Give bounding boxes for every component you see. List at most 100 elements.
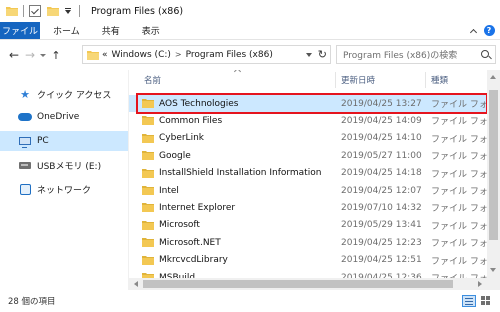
tab-file[interactable]: ファイル — [0, 22, 40, 39]
folder-icon — [142, 186, 154, 195]
expand-ribbon-icon[interactable] — [464, 22, 482, 39]
file-row[interactable]: Microsoft 2019/05/29 13:41 ファイル フォルダー — [129, 217, 487, 234]
customize-quick-access-icon[interactable] — [62, 5, 74, 17]
file-name: Microsoft.NET — [159, 237, 221, 248]
title-bar: Program Files (x86) — [0, 0, 500, 22]
scroll-thumb[interactable] — [489, 90, 498, 240]
sidebar-item-pc[interactable]: PC — [0, 131, 128, 151]
tab-share[interactable]: 共有 — [91, 22, 131, 39]
file-date: 2019/04/25 14:18 — [341, 168, 422, 179]
cloud-icon — [18, 111, 32, 123]
column-header-name[interactable]: 名前 — [144, 74, 161, 86]
address-bar[interactable]: « Windows (C:) > Program Files (x86) ↻ — [82, 45, 331, 64]
file-type: ファイル フォルダー — [431, 221, 487, 232]
address-dropdown-icon[interactable] — [306, 53, 312, 57]
scroll-right-icon[interactable] — [478, 281, 482, 287]
file-name: InstallShield Installation Information — [159, 168, 322, 179]
breadcrumb-folder[interactable]: Program Files (x86) — [186, 50, 273, 60]
item-count: 28 個の項目 — [8, 297, 56, 307]
network-icon — [18, 183, 32, 195]
refresh-icon[interactable]: ↻ — [318, 48, 327, 61]
file-row[interactable]: AOS Technologies 2019/04/25 13:27 ファイル フォル… — [129, 95, 487, 112]
folder-icon — [87, 50, 99, 60]
file-date: 2019/05/27 11:00 — [341, 150, 422, 161]
file-date: 2019/04/25 14:10 — [341, 133, 422, 144]
file-row[interactable]: CyberLink 2019/04/25 14:10 ファイル フォルダー — [129, 130, 487, 147]
file-name: AOS Technologies — [159, 98, 239, 109]
file-date: 2019/07/10 14:32 — [341, 202, 422, 213]
folder-icon — [142, 238, 154, 248]
sidebar-item-network[interactable]: ネットワーク — [0, 179, 128, 199]
navigation-bar: ← → ↑ « Windows (C:) > Program Files (x8… — [0, 40, 500, 70]
column-header-date[interactable]: 更新日時 — [341, 74, 375, 86]
file-type: ファイル フォルダー — [431, 152, 487, 163]
file-row[interactable]: MkrcvcdLibrary 2019/04/25 12:51 ファイル フォルダー — [129, 252, 487, 269]
tab-home[interactable]: ホーム — [40, 22, 91, 39]
star-icon: ★ — [20, 87, 30, 101]
large-icons-view-icon[interactable] — [480, 295, 492, 307]
search-icon — [481, 50, 489, 58]
separator — [23, 5, 24, 17]
file-name: Internet Explorer — [159, 202, 236, 213]
new-folder-icon[interactable] — [47, 6, 59, 16]
horizontal-scrollbar[interactable] — [129, 278, 487, 290]
window-title: Program Files (x86) — [91, 5, 184, 17]
sidebar-item-onedrive[interactable]: OneDrive — [0, 107, 128, 127]
file-date: 2019/04/25 13:27 — [341, 98, 422, 109]
details-view-icon[interactable] — [462, 295, 476, 307]
back-arrow-icon[interactable]: ← — [6, 45, 22, 65]
column-divider[interactable] — [425, 72, 426, 88]
forward-arrow-icon[interactable]: → — [22, 45, 38, 65]
sidebar-item-label: クイック アクセス — [37, 90, 112, 101]
column-divider[interactable] — [335, 72, 336, 88]
file-date: 2019/04/25 12:07 — [341, 185, 422, 196]
sidebar-item-usb-drive[interactable]: USBメモリ (E:) — [0, 155, 128, 175]
file-row[interactable]: Internet Explorer 2019/07/10 14:32 ファイル フォ… — [129, 199, 487, 216]
scroll-up-icon[interactable] — [490, 75, 496, 79]
usb-drive-icon — [18, 159, 32, 171]
file-row[interactable]: Intel 2019/04/25 12:07 ファイル フォルダー — [129, 182, 487, 199]
file-name: Intel — [159, 185, 179, 196]
file-row[interactable]: Microsoft.NET 2019/04/25 12:23 ファイル フォルダー — [129, 234, 487, 251]
sidebar-item-label: ネットワーク — [37, 185, 92, 196]
file-date: 2019/04/25 12:23 — [341, 237, 422, 248]
file-row[interactable]: Google 2019/05/27 11:00 ファイル フォルダー — [129, 147, 487, 164]
breadcrumb-drive[interactable]: Windows (C:) — [112, 50, 171, 60]
folder-icon[interactable] — [6, 6, 18, 16]
recent-locations-icon[interactable] — [38, 53, 48, 57]
folder-icon — [142, 151, 154, 161]
properties-checkbox-icon[interactable] — [29, 5, 41, 17]
ribbon: ファイル ホーム 共有 表示 ? — [0, 22, 500, 40]
folder-icon — [142, 133, 154, 143]
file-type: ファイル フォルダー — [431, 117, 487, 128]
column-header-type[interactable]: 種類 — [431, 74, 448, 86]
scroll-left-icon[interactable] — [134, 281, 138, 287]
file-type: ファイル フォルダー — [431, 100, 487, 110]
folder-icon — [142, 255, 154, 265]
sidebar-item-label: OneDrive — [37, 112, 80, 122]
vertical-scrollbar[interactable] — [487, 70, 500, 290]
file-type: ファイル フォルダー — [431, 204, 487, 215]
up-arrow-icon[interactable]: ↑ — [48, 45, 64, 65]
file-row[interactable]: Common Files 2019/04/25 14:09 ファイル フォルダー — [129, 112, 487, 129]
breadcrumb-separator[interactable]: > — [175, 50, 182, 59]
search-input[interactable]: Program Files (x86)の検索 — [336, 45, 496, 64]
file-type: ファイル フォルダー — [431, 134, 487, 145]
scroll-down-icon[interactable] — [490, 268, 496, 272]
separator — [79, 5, 80, 17]
folder-icon — [142, 220, 154, 230]
folder-icon — [142, 116, 154, 126]
file-name: Microsoft — [159, 220, 200, 231]
search-placeholder: Program Files (x86)の検索 — [343, 51, 458, 61]
address-overflow[interactable]: « — [102, 50, 108, 60]
file-row[interactable]: InstallShield Installation Information 20… — [129, 165, 487, 182]
file-type: ファイル フォルダー — [431, 256, 487, 267]
file-type: ファイル フォルダー — [431, 169, 487, 180]
folder-icon — [142, 99, 154, 108]
help-icon[interactable]: ? — [482, 22, 496, 39]
sidebar-item-quick-access[interactable]: ★ クイック アクセス — [0, 84, 128, 104]
tab-view[interactable]: 表示 — [131, 22, 171, 39]
folder-icon — [142, 203, 154, 213]
scroll-thumb[interactable] — [143, 280, 453, 288]
navigation-pane: ★ クイック アクセス OneDrive PC USBメモリ (E:) ネットワ… — [0, 70, 128, 290]
